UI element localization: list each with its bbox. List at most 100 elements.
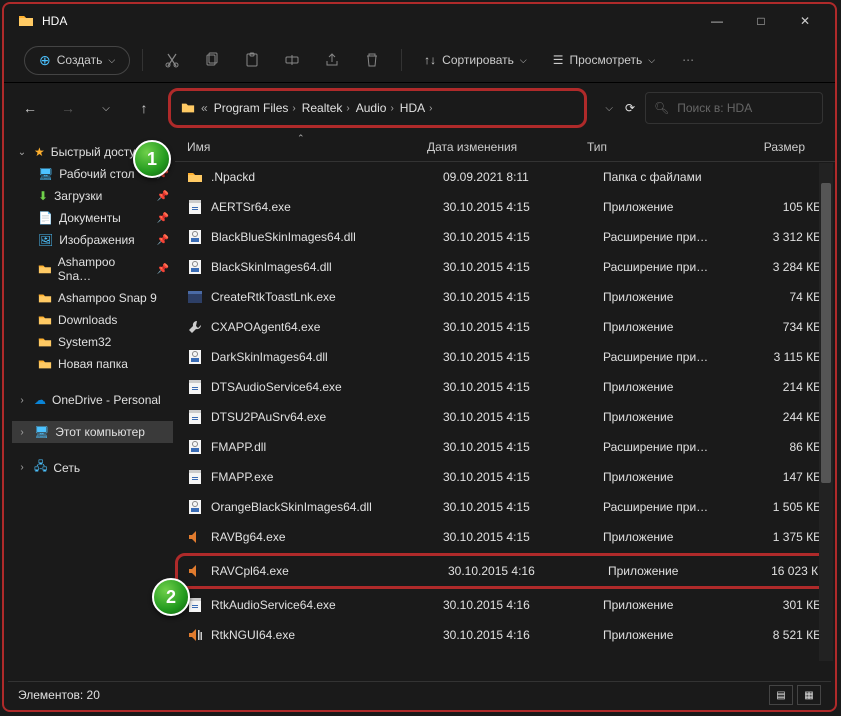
- file-row[interactable]: BlackBlueSkinImages64.dll30.10.2015 4:15…: [175, 222, 835, 252]
- breadcrumb-segment[interactable]: HDA ›: [400, 101, 433, 115]
- sort-button[interactable]: ↑↓ Сортировать ⌵: [414, 47, 537, 73]
- col-date[interactable]: Дата изменения: [427, 140, 587, 154]
- address-prefix: «: [201, 101, 208, 115]
- sidebar-item[interactable]: Ashampoo Snap 9: [12, 287, 173, 309]
- file-name: DTSU2PAuSrv64.exe: [211, 410, 443, 424]
- cut-button[interactable]: [155, 43, 189, 77]
- search-input[interactable]: 🔍︎ Поиск в: HDA: [645, 92, 823, 124]
- file-date: 30.10.2015 4:15: [443, 320, 603, 334]
- close-button[interactable]: ✕: [783, 6, 827, 36]
- file-icon: [187, 199, 203, 215]
- sidebar-onedrive[interactable]: › ☁ OneDrive - Personal: [12, 389, 173, 411]
- scroll-thumb[interactable]: [821, 183, 831, 483]
- file-date: 30.10.2015 4:16: [448, 564, 608, 578]
- refresh-button[interactable]: ⟳: [625, 101, 635, 115]
- recent-button[interactable]: ⌵: [92, 94, 120, 122]
- column-headers[interactable]: ⌃ Имя Дата изменения Тип Размер: [175, 133, 835, 162]
- file-row[interactable]: DarkSkinImages64.dll30.10.2015 4:15Расши…: [175, 342, 835, 372]
- file-icon: [187, 289, 203, 305]
- up-button[interactable]: ↑: [130, 94, 158, 122]
- paste-button[interactable]: [235, 43, 269, 77]
- rename-button[interactable]: [275, 43, 309, 77]
- sidebar-item[interactable]: 📄 Документы📌: [12, 207, 173, 229]
- scrollbar[interactable]: [819, 163, 833, 661]
- sidebar-item[interactable]: Новая папка: [12, 353, 173, 375]
- chevron-right-icon: ›: [429, 103, 432, 114]
- file-row[interactable]: CreateRtkToastLnk.exe30.10.2015 4:15Прил…: [175, 282, 835, 312]
- col-size[interactable]: Размер: [717, 140, 805, 154]
- file-row[interactable]: OrangeBlackSkinImages64.dll30.10.2015 4:…: [175, 492, 835, 522]
- file-row[interactable]: RtkNGUI64.exe30.10.2015 4:16Приложение8 …: [175, 620, 835, 650]
- more-button[interactable]: ⋯: [671, 43, 705, 77]
- file-type: Приложение: [603, 410, 733, 424]
- file-row[interactable]: FMAPP.exe30.10.2015 4:15Приложение147 КБ: [175, 462, 835, 492]
- file-name: RtkNGUI64.exe: [211, 628, 443, 642]
- network-icon: 🖧: [34, 457, 47, 478]
- delete-button[interactable]: [355, 43, 389, 77]
- sidebar-this-pc[interactable]: › 🖥 Этот компьютер: [12, 421, 173, 443]
- chevron-right-icon: ›: [16, 427, 28, 438]
- address-dropdown[interactable]: ⌵: [605, 103, 613, 114]
- file-icon: [187, 169, 203, 185]
- file-type: Приложение: [603, 320, 733, 334]
- back-button[interactable]: ←: [16, 94, 44, 122]
- chevron-down-icon: ⌵: [520, 55, 527, 66]
- sidebar-item[interactable]: Ashampoo Sna…📌: [12, 251, 173, 287]
- col-name[interactable]: Имя: [187, 140, 427, 154]
- breadcrumb-segment[interactable]: Audio ›: [356, 101, 394, 115]
- sidebar-network[interactable]: › 🖧 Сеть: [12, 453, 173, 482]
- file-date: 30.10.2015 4:15: [443, 440, 603, 454]
- label: Изображения: [59, 233, 134, 247]
- file-name: DarkSkinImages64.dll: [211, 350, 443, 364]
- file-row[interactable]: DTSAudioService64.exe30.10.2015 4:15Прил…: [175, 372, 835, 402]
- breadcrumb[interactable]: Program Files › Realtek › Audio › HDA ›: [214, 101, 433, 115]
- label: Рабочий стол: [59, 167, 134, 181]
- file-name: FMAPP.dll: [211, 440, 443, 454]
- file-name: RAVBg64.exe: [211, 530, 443, 544]
- file-type: Приложение: [603, 470, 733, 484]
- file-icon: [187, 627, 203, 643]
- maximize-button[interactable]: □: [739, 6, 783, 36]
- sidebar-item[interactable]: ⬇ Загрузки📌: [12, 185, 173, 207]
- monitor-icon: 🖥: [34, 425, 49, 439]
- file-row[interactable]: RAVCpl64.exe30.10.2015 4:16Приложение16 …: [175, 553, 829, 589]
- breadcrumb-segment[interactable]: Realtek ›: [302, 101, 350, 115]
- search-placeholder: Поиск в: HDA: [677, 101, 752, 115]
- view-button[interactable]: ☰ Просмотреть ⌵: [543, 47, 665, 73]
- pin-icon: 📌: [157, 264, 169, 275]
- view-tiles-button[interactable]: ▦: [797, 685, 821, 705]
- file-row[interactable]: DTSU2PAuSrv64.exe30.10.2015 4:15Приложен…: [175, 402, 835, 432]
- breadcrumb-segment[interactable]: Program Files ›: [214, 101, 296, 115]
- file-name: RAVCpl64.exe: [211, 564, 448, 578]
- file-row[interactable]: RtkAudioService64.exe30.10.2015 4:16Прил…: [175, 590, 835, 620]
- sidebar-item[interactable]: Downloads: [12, 309, 173, 331]
- file-row[interactable]: RAVBg64.exe30.10.2015 4:15Приложение1 37…: [175, 522, 835, 552]
- create-button[interactable]: ⊕ Создать ⌵: [24, 46, 130, 75]
- sidebar-item[interactable]: System32: [12, 331, 173, 353]
- chevron-down-icon: ⌵: [648, 55, 655, 66]
- copy-button[interactable]: [195, 43, 229, 77]
- window-title: HDA: [42, 14, 67, 28]
- search-icon: 🔍︎: [654, 101, 669, 115]
- address-bar[interactable]: « Program Files › Realtek › Audio › HDA ›: [168, 88, 587, 128]
- share-button[interactable]: [315, 43, 349, 77]
- label: Новая папка: [58, 357, 128, 371]
- file-row[interactable]: .Npackd09.09.2021 8:11Папка с файлами: [175, 162, 835, 192]
- plus-icon: ⊕: [39, 52, 51, 69]
- file-type: Расширение при…: [603, 500, 733, 514]
- file-name: DTSAudioService64.exe: [211, 380, 443, 394]
- file-icon: [187, 563, 203, 579]
- nav-bar: ← → ⌵ ↑ « Program Files › Realtek › Audio …: [4, 83, 835, 133]
- file-row[interactable]: FMAPP.dll30.10.2015 4:15Расширение при…8…: [175, 432, 835, 462]
- file-icon: [187, 409, 203, 425]
- sidebar-item[interactable]: 🖼 Изображения📌: [12, 229, 173, 251]
- col-type[interactable]: Тип: [587, 140, 717, 154]
- view-details-button[interactable]: ▤: [769, 685, 793, 705]
- minimize-button[interactable]: —: [695, 6, 739, 36]
- file-row[interactable]: AERTSr64.exe30.10.2015 4:15Приложение105…: [175, 192, 835, 222]
- chevron-down-icon: ⌄: [16, 147, 28, 158]
- file-row[interactable]: BlackSkinImages64.dll30.10.2015 4:15Расш…: [175, 252, 835, 282]
- forward-button[interactable]: →: [54, 94, 82, 122]
- file-row[interactable]: CXAPOAgent64.exe30.10.2015 4:15Приложени…: [175, 312, 835, 342]
- pin-icon: 📌: [157, 235, 169, 246]
